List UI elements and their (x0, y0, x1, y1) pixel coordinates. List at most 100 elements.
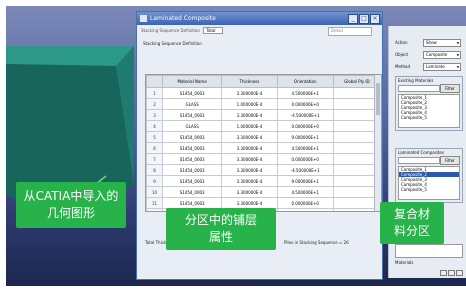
callout-composite-region: 复合材 料分区 (380, 202, 444, 244)
cancel-button[interactable] (456, 270, 463, 276)
stacking-sequence-grid[interactable]: Material Name Thickness Orientation Global … (145, 74, 382, 212)
dialog-title: Laminated Composite (150, 15, 216, 22)
table-cell[interactable]: 0.000000E+0 (276, 98, 334, 110)
table-row[interactable]: 5 S1454_0003 3.300000E-4 9.000000E+1 (146, 131, 381, 143)
toolbar-select[interactable]: Total (203, 27, 223, 34)
grid-scrollbar[interactable] (374, 75, 381, 211)
close-icon[interactable]: × (370, 14, 380, 24)
action-select[interactable]: Show (423, 39, 461, 47)
table-cell[interactable]: S1454_0003 (162, 175, 223, 187)
tab-materials[interactable]: Materials (395, 260, 413, 265)
table-cell[interactable]: GLASS (162, 98, 223, 110)
laminated-composites-title: Laminated Composites (398, 150, 444, 155)
scroll-thumb[interactable] (376, 83, 380, 115)
minimize-icon[interactable]: _ (348, 14, 358, 24)
table-cell[interactable]: 4.500000E+1 (276, 87, 334, 99)
row-number: 11 (146, 197, 164, 209)
table-row[interactable]: 10 S1454_0003 3.300000E-4 4.500000E+1 (146, 186, 381, 198)
table-cell[interactable]: 3.300000E-4 (221, 153, 278, 165)
table-cell[interactable]: 3.300000E-4 (221, 109, 278, 121)
table-cell[interactable]: -4.500000E+1 (276, 164, 334, 176)
row-number: 2 (146, 98, 164, 110)
row-number: 5 (146, 131, 164, 143)
dialog-toolbar: Stacking Sequence Definition Total Detai… (137, 25, 382, 39)
table-cell[interactable]: 1.000000E-4 (221, 98, 278, 110)
section-label: Stacking Sequence Definition (143, 41, 202, 46)
total-thickness-label: Total Thick (145, 240, 167, 245)
table-row[interactable]: 3 S1454_0003 3.300000E-4 -4.500000E+1 (146, 109, 381, 121)
material-description-field[interactable] (395, 244, 463, 258)
table-cell[interactable]: GLASS (162, 120, 223, 132)
table-cell[interactable]: 9.000000E+1 (276, 175, 334, 187)
action-label: Action (395, 40, 408, 45)
table-cell[interactable]: S1454_0003 (162, 142, 223, 154)
row-number: 9 (146, 175, 164, 187)
table-cell[interactable]: 9.000000E+1 (276, 131, 334, 143)
table-cell[interactable]: S1454_0003 (162, 153, 223, 165)
table-cell[interactable]: -4.500000E+1 (276, 109, 334, 121)
table-row[interactable]: 2 GLASS 1.000000E-4 0.000000E+0 (146, 98, 381, 110)
method-select[interactable]: Laminate (423, 63, 461, 71)
row-number: 10 (146, 186, 164, 198)
maximize-icon[interactable]: □ (359, 14, 369, 24)
laminated-composites-list[interactable]: Composite_1 Composite_2 Composite_3 Composi… (398, 166, 460, 200)
stacking-table: Material Name Thickness Orientation Global … (146, 75, 381, 211)
laminated-filter-button[interactable]: Filter (440, 156, 460, 165)
reset-button[interactable] (448, 270, 456, 276)
table-cell[interactable]: 4.500000E+1 (276, 186, 334, 198)
apply-button[interactable] (440, 270, 448, 276)
column-header[interactable]: Orientation (276, 75, 334, 88)
table-cell[interactable]: 4.500000E+1 (276, 142, 334, 154)
toolbar-label: Stacking Sequence Definition (141, 28, 200, 33)
callout-ply-properties: 分区中的铺层 属性 (166, 208, 276, 250)
existing-materials-list[interactable]: Composite_1 Composite_2 Composite_3 Composi… (398, 94, 460, 128)
row-number: 3 (146, 109, 164, 121)
table-row[interactable]: 4 GLASS 1.000000E-4 0.000000E+0 (146, 120, 381, 132)
table-cell[interactable]: S1454_0003 (162, 109, 223, 121)
existing-filter-button[interactable]: Filter (440, 84, 460, 93)
table-row[interactable]: 7 S1454_0003 3.300000E-4 0.000000E+0 (146, 153, 381, 165)
existing-filter-input[interactable] (398, 85, 440, 92)
table-row[interactable]: 8 S1454_0003 3.300000E-4 -4.500000E+1 (146, 164, 381, 176)
table-cell[interactable]: S1454_0003 (162, 186, 223, 198)
table-cell[interactable]: 3.300000E-4 (221, 175, 278, 187)
table-cell[interactable]: S1454_0003 (162, 197, 223, 209)
table-cell[interactable]: 0.000000E+0 (276, 120, 334, 132)
table-cell[interactable]: S1454_0003 (162, 164, 223, 176)
table-row[interactable]: 1 S1454_0003 3.300000E-4 4.500000E+1 (146, 87, 381, 99)
table-row[interactable]: 11 S1454_0003 3.300000E-4 0.000000E+0 (146, 197, 381, 209)
laminated-composites-group: Laminated Composites Filter Composite_1 C… (395, 148, 463, 203)
object-label: Object (395, 52, 409, 57)
column-header[interactable]: Material Name (162, 75, 223, 88)
row-number: 12 (146, 208, 164, 211)
table-cell[interactable]: 3.300000E-4 (221, 87, 278, 99)
table-cell[interactable]: S1454_0003 (162, 131, 223, 143)
table-cell[interactable]: 1.000000E-4 (221, 120, 278, 132)
table-cell[interactable]: 3.300000E-4 (221, 186, 278, 198)
table-cell[interactable]: 3.300000E-4 (221, 131, 278, 143)
existing-materials-title: Existing Materials (398, 78, 434, 83)
table-cell[interactable]: 3.300000E-4 (221, 197, 278, 209)
screenshot-frame: Laminated Composite _ □ × Stacking Seque… (6, 6, 466, 286)
row-number: 6 (146, 142, 164, 154)
detail-field[interactable]: Detail (328, 27, 372, 36)
row-number: 7 (146, 153, 164, 165)
table-cell[interactable]: S1454_0003 (162, 87, 223, 99)
table-cell[interactable]: 0.000000E+0 (276, 197, 334, 209)
column-header[interactable]: Thickness (221, 75, 278, 88)
column-header[interactable] (146, 75, 164, 88)
method-label: Method (395, 64, 411, 69)
table-cell[interactable]: 0.000000E+0 (276, 153, 334, 165)
row-number: 4 (146, 120, 164, 132)
dialog-title-bar[interactable]: Laminated Composite _ □ × (137, 12, 382, 25)
table-row[interactable]: 9 S1454_0003 3.300000E-4 9.000000E+1 (146, 175, 381, 187)
table-cell[interactable]: -4.500000E+1 (276, 208, 334, 211)
table-cell[interactable]: 3.300000E-4 (221, 164, 278, 176)
window-icon (140, 15, 147, 22)
object-select[interactable]: Composite (423, 51, 461, 59)
table-cell[interactable]: 3.300000E-4 (221, 142, 278, 154)
list-item[interactable]: Composite_5 (399, 187, 459, 192)
table-row[interactable]: 6 S1454_0003 3.300000E-4 4.500000E+1 (146, 142, 381, 154)
list-item[interactable]: Composite_5 (399, 115, 459, 120)
laminated-filter-input[interactable] (398, 157, 440, 164)
